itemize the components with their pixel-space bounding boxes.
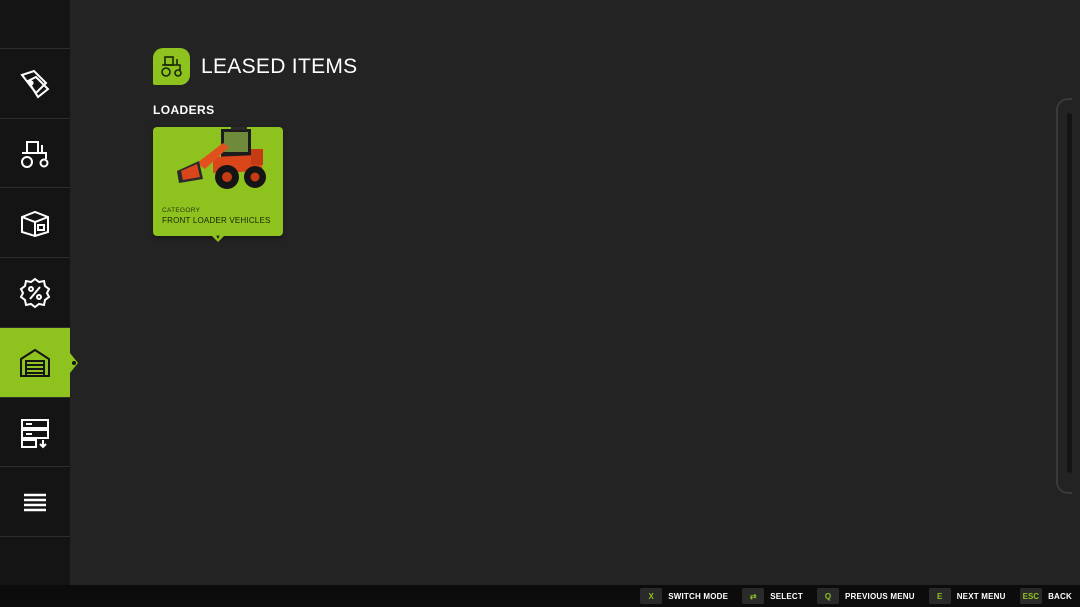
link-icon: ⇄ (742, 588, 765, 604)
tractor-icon (160, 55, 182, 77)
garage-icon (20, 348, 50, 377)
active-indicator (72, 360, 76, 365)
hint-back[interactable]: ESC BACK (1019, 588, 1072, 604)
scrollbar-thumb[interactable] (1067, 113, 1072, 473)
hint-label: SWITCH MODE (668, 591, 729, 601)
key-badge: Q (816, 588, 839, 604)
key-badge: E (928, 588, 951, 604)
sidebar-item-leased[interactable] (0, 327, 76, 397)
input-hints-bar: X SWITCH MODE ⇄ SELECT Q PREVIOUS MENU E… (0, 585, 1080, 607)
hint-label: BACK (1048, 591, 1072, 601)
hint-select[interactable]: ⇄ SELECT (742, 588, 803, 604)
card-category-label: CATEGORY (162, 207, 201, 214)
sidebar-item-vehicles[interactable] (0, 118, 70, 188)
key-badge: ESC (1019, 588, 1043, 604)
page-title: LEASED ITEMS (201, 54, 358, 78)
card-category-value: FRONT LOADER VEHICLES (162, 216, 271, 225)
sidebar-item-storage[interactable] (0, 397, 70, 467)
hint-label: NEXT MENU (956, 591, 1006, 601)
sidebar-item-prices[interactable] (0, 48, 70, 118)
tractor-icon (21, 140, 49, 168)
leased-item-card[interactable]: CATEGORY FRONT LOADER VEHICLES (153, 127, 283, 242)
sidebar (0, 0, 76, 585)
section-title: LOADERS (153, 103, 215, 117)
sidebar-item-sales[interactable] (0, 257, 70, 327)
chevron-down-icon: ▼ (215, 235, 221, 241)
page-header: LEASED ITEMS (153, 48, 357, 85)
header-icon-badge (153, 48, 190, 85)
box-icon (21, 210, 49, 237)
discount-icon (19, 277, 51, 308)
sidebar-item-objects[interactable] (0, 187, 70, 257)
price-tags-icon (20, 69, 50, 98)
sidebar-item-menu[interactable] (0, 466, 70, 537)
hint-switch-mode[interactable]: X SWITCH MODE (640, 588, 728, 604)
wheel-loader-image (177, 127, 266, 189)
storage-icon (21, 418, 49, 448)
key-badge: X (640, 588, 663, 604)
list-icon (24, 493, 46, 511)
hint-label: SELECT (770, 591, 803, 601)
hint-next-menu[interactable]: E NEXT MENU (928, 588, 1006, 604)
hint-label: PREVIOUS MENU (844, 591, 915, 601)
hint-previous-menu[interactable]: Q PREVIOUS MENU (816, 588, 915, 604)
